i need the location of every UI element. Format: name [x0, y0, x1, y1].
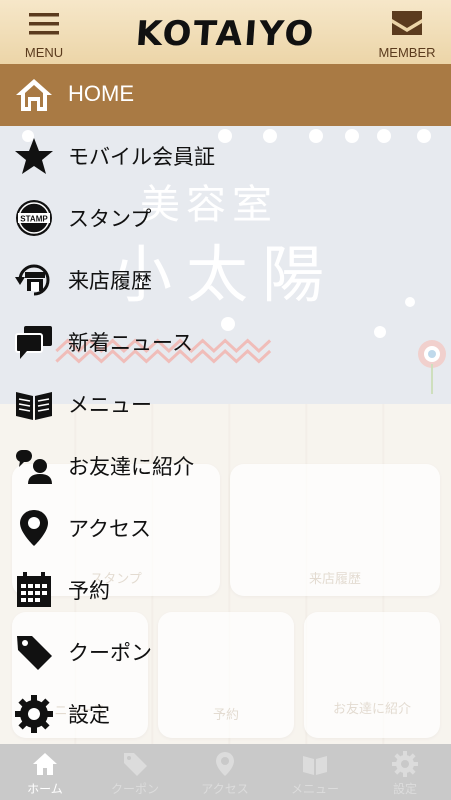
- drawer-item-label: アクセス: [68, 517, 151, 541]
- friend-icon: [16, 450, 52, 484]
- drawer-item-label: クーポン: [68, 641, 152, 665]
- tab-settings[interactable]: 設定: [360, 744, 450, 800]
- drawer-item-label: 予約: [68, 579, 110, 603]
- star-icon: [15, 138, 53, 174]
- member-card-icon: [392, 11, 422, 35]
- drawer-item-visit-history[interactable]: 来店履歴: [0, 250, 451, 310]
- gear-icon: [392, 751, 418, 777]
- member-label: MEMBER: [378, 45, 436, 60]
- svg-text:STAMP: STAMP: [20, 215, 48, 224]
- drawer-item-access[interactable]: アクセス: [0, 498, 451, 558]
- drawer-item-menu[interactable]: メニュー: [0, 374, 451, 434]
- tab-label: メニュー: [290, 782, 339, 796]
- tab-menu[interactable]: メニュー: [270, 744, 360, 800]
- drawer-item-news[interactable]: 新着ニュース: [0, 312, 451, 372]
- shop-history-icon: [15, 264, 50, 296]
- gear-icon: [15, 695, 53, 733]
- drawer-item-settings[interactable]: 設定: [0, 684, 451, 744]
- home-icon: [33, 753, 57, 775]
- member-button[interactable]: MEMBER: [367, 8, 447, 60]
- tab-label: 設定: [392, 782, 417, 796]
- drawer-home-label: HOME: [68, 81, 134, 106]
- drawer-item-label: 新着ニュース: [68, 331, 193, 355]
- location-pin-icon: [20, 510, 48, 546]
- drawer-item-label: メニュー: [68, 393, 152, 417]
- book-icon: [16, 392, 52, 420]
- book-icon: [303, 756, 327, 775]
- drawer-item-label: スタンプ: [68, 207, 152, 231]
- bottom-tab-bar: ホーム クーポン アクセス メニュー 設定: [0, 744, 451, 800]
- tab-home[interactable]: ホーム: [0, 744, 90, 800]
- tag-icon: [124, 753, 147, 776]
- stamp-icon: STAMP: [16, 200, 52, 236]
- drawer-home-item[interactable]: HOME: [0, 64, 451, 126]
- app-header: MENU KOTAIYO MEMBER: [0, 0, 451, 64]
- tag-icon: [17, 636, 52, 670]
- drawer-item-label: 来店履歴: [68, 269, 152, 293]
- tab-access[interactable]: アクセス: [180, 744, 270, 800]
- tab-label: クーポン: [110, 782, 159, 796]
- location-pin-icon: [216, 752, 234, 776]
- drawer-item-label: お友達に紹介: [68, 455, 194, 479]
- hamburger-icon: [29, 13, 59, 35]
- app-logo: KOTAIYO: [134, 14, 317, 54]
- drawer-item-label: 設定: [68, 703, 110, 727]
- drawer-item-coupon[interactable]: クーポン: [0, 622, 451, 682]
- drawer-item-stamp[interactable]: STAMP スタンプ: [0, 188, 451, 248]
- drawer-item-reservation[interactable]: 予約: [0, 560, 451, 620]
- tab-label: ホーム: [27, 782, 63, 796]
- tab-coupon[interactable]: クーポン: [90, 744, 180, 800]
- calendar-icon: [17, 572, 51, 607]
- drawer-item-member-card[interactable]: モバイル会員証: [0, 126, 451, 186]
- drawer-item-invite-friend[interactable]: お友達に紹介: [0, 436, 451, 496]
- drawer-item-label: モバイル会員証: [68, 145, 215, 169]
- menu-label: MENU: [24, 45, 64, 60]
- side-drawer: モバイル会員証 STAMP スタンプ 来店履歴 新着ニュース メニュー お友達に…: [0, 126, 451, 744]
- chat-bubbles-icon: [15, 326, 52, 359]
- menu-button[interactable]: MENU: [4, 8, 84, 60]
- home-icon: [16, 79, 52, 111]
- tab-label: アクセス: [201, 782, 249, 796]
